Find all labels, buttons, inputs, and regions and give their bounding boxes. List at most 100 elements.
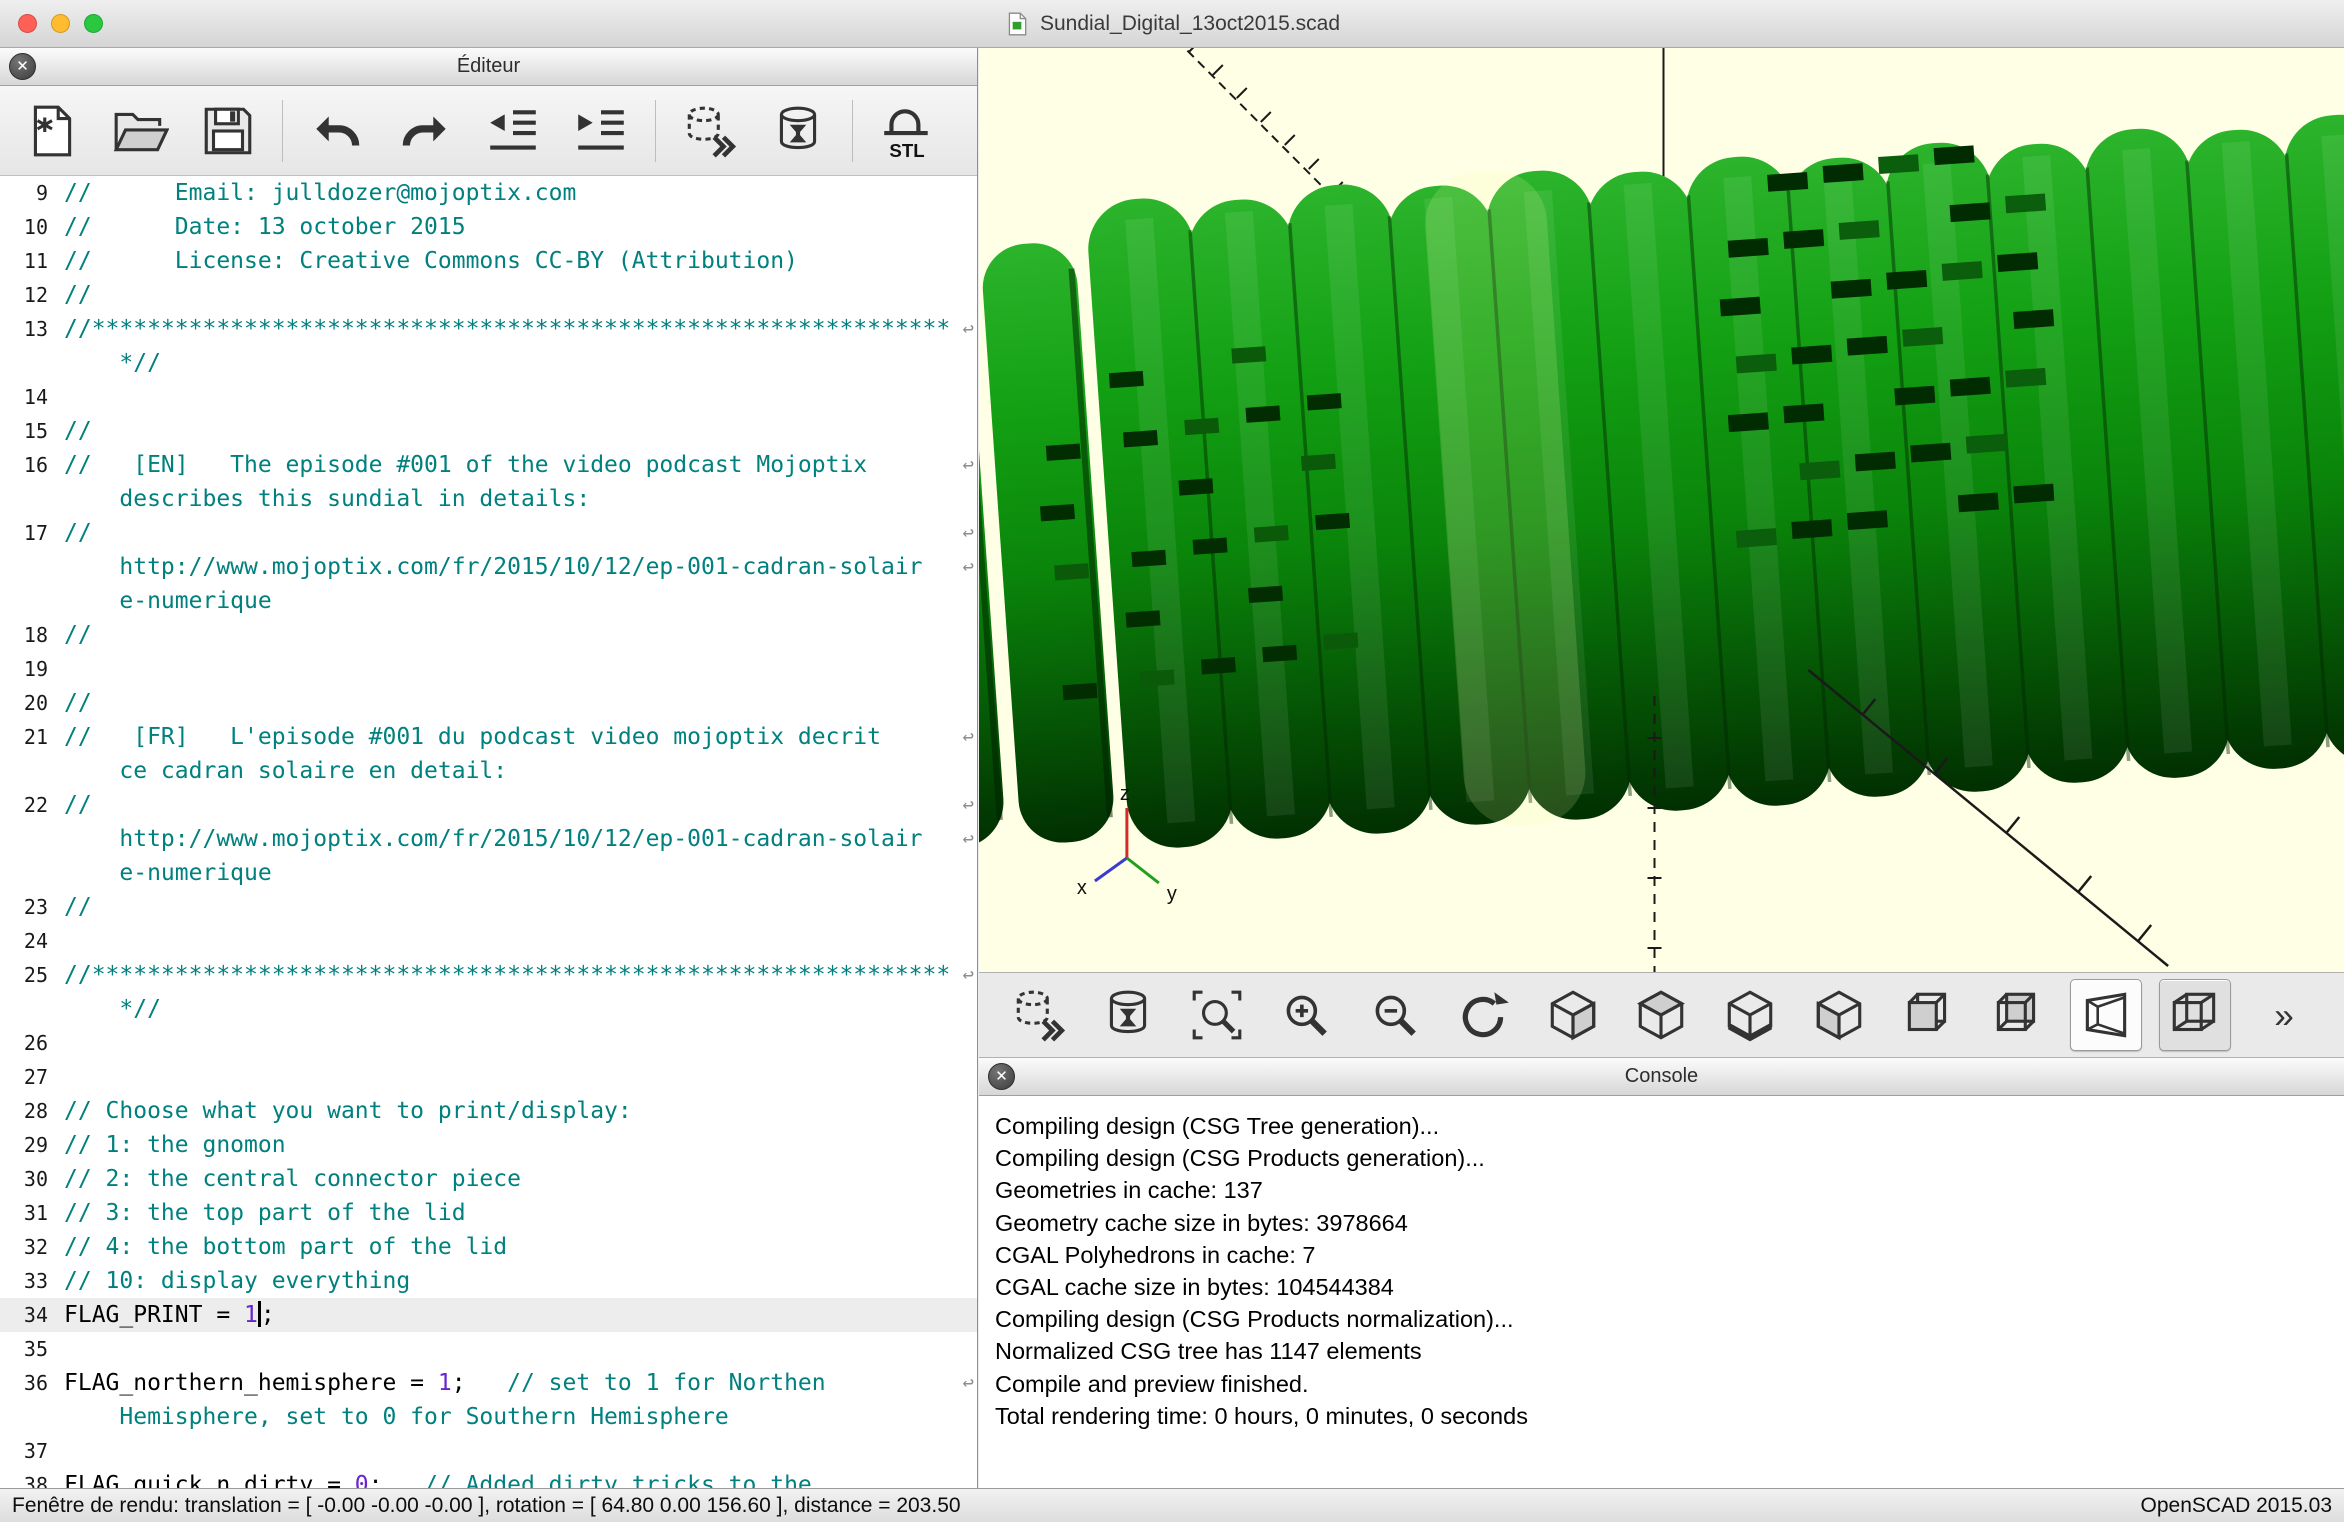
code-text: //**************************************… — [64, 958, 977, 992]
code-line: *// — [0, 346, 977, 380]
line-number: 24 — [0, 924, 64, 958]
view-front-button[interactable] — [1892, 979, 1964, 1051]
line-wrap-marker: ↩ — [963, 1366, 974, 1400]
line-number: 9 — [0, 176, 64, 210]
more-icon: » — [2255, 986, 2313, 1044]
viewport-3d[interactable]: z x y — [979, 48, 2344, 972]
x-axis-label: x — [1077, 877, 1087, 899]
render-icon — [769, 102, 827, 160]
console-line: Geometries in cache: 137 — [995, 1174, 2344, 1206]
line-number: 17 — [0, 516, 64, 550]
zoom-all-button[interactable] — [1181, 979, 1253, 1051]
editor-close-button[interactable]: ✕ — [9, 53, 36, 80]
line-number — [0, 992, 64, 1026]
redo-icon — [396, 102, 454, 160]
line-number — [0, 482, 64, 516]
zoom-all-icon — [1188, 986, 1246, 1044]
code-line: 16// [EN] The episode #001 of the video … — [0, 448, 977, 482]
preview-icon — [681, 102, 739, 160]
undo-button[interactable] — [293, 91, 381, 171]
orthographic-button[interactable] — [2159, 979, 2231, 1051]
render-button[interactable] — [1092, 979, 1164, 1051]
console-output: Compiling design (CSG Tree generation)..… — [979, 1096, 2344, 1488]
new-file-button[interactable] — [8, 91, 96, 171]
line-number: 18 — [0, 618, 64, 652]
view-back-icon — [1988, 986, 2046, 1044]
zoom-in-button[interactable] — [1270, 979, 1342, 1051]
new-file-icon — [23, 102, 81, 160]
toolbar-separator — [852, 100, 853, 162]
zoom-out-button[interactable] — [1359, 979, 1431, 1051]
code-text: // — [64, 516, 977, 550]
unindent-button[interactable] — [469, 91, 557, 171]
code-line: 17//↩ — [0, 516, 977, 550]
editor-panel: ✕ Éditeur STL 9// Email: julldozer@mojop… — [0, 48, 978, 1488]
open-button[interactable] — [96, 91, 184, 171]
z-axis-label: z — [1120, 783, 1130, 805]
undo-icon — [308, 102, 366, 160]
code-line: 21// [FR] L'episode #001 du podcast vide… — [0, 720, 977, 754]
view-front-icon — [1899, 986, 1957, 1044]
view-left-button[interactable] — [1803, 979, 1875, 1051]
line-number: 33 — [0, 1264, 64, 1298]
line-number: 14 — [0, 380, 64, 414]
line-number: 10 — [0, 210, 64, 244]
code-text: // Date: 13 october 2015 — [64, 210, 977, 244]
line-number — [0, 346, 64, 380]
view-back-button[interactable] — [1981, 979, 2053, 1051]
indent-button[interactable] — [557, 91, 645, 171]
save-icon — [199, 102, 257, 160]
unindent-icon — [484, 102, 542, 160]
view-top-button[interactable] — [1625, 979, 1697, 1051]
line-number: 30 — [0, 1162, 64, 1196]
y-axis-label: y — [1167, 883, 1177, 905]
code-text: // 10: display everything — [64, 1264, 977, 1298]
code-line: 34FLAG_PRINT = 1; — [0, 1298, 977, 1332]
view-top-icon — [1632, 986, 1690, 1044]
code-line: 27 — [0, 1060, 977, 1094]
console-line: Compile and preview finished. — [995, 1368, 2344, 1400]
line-number — [0, 754, 64, 788]
document-icon — [1004, 11, 1030, 37]
console-close-button[interactable]: ✕ — [988, 1063, 1015, 1090]
console-line: Compiling design (CSG Tree generation)..… — [995, 1110, 2344, 1142]
code-text: e-numerique — [64, 584, 977, 618]
line-number: 23 — [0, 890, 64, 924]
console-line: Total rendering time: 0 hours, 0 minutes… — [995, 1400, 2344, 1432]
render-button[interactable] — [754, 91, 842, 171]
view-bottom-button[interactable] — [1714, 979, 1786, 1051]
code-line: describes this sundial in details: — [0, 482, 977, 516]
code-text: // [EN] The episode #001 of the video po… — [64, 448, 977, 482]
redo-button[interactable] — [381, 91, 469, 171]
perspective-button[interactable] — [2070, 979, 2142, 1051]
save-button[interactable] — [184, 91, 272, 171]
preview-button[interactable] — [666, 91, 754, 171]
line-number: 19 — [0, 652, 64, 686]
console-header: ✕ Console — [979, 1058, 2344, 1096]
code-line: 35 — [0, 1332, 977, 1366]
view-right-button[interactable] — [1537, 979, 1609, 1051]
code-text: e-numerique — [64, 856, 977, 890]
code-text: // — [64, 788, 977, 822]
view-bottom-icon — [1721, 986, 1779, 1044]
line-wrap-marker: ↩ — [963, 720, 974, 754]
line-number: 32 — [0, 1230, 64, 1264]
line-number — [0, 584, 64, 618]
export-stl-button[interactable]: STL — [863, 91, 951, 171]
open-icon — [111, 102, 169, 160]
reset-view-button[interactable] — [1448, 979, 1520, 1051]
preview-button[interactable] — [1003, 979, 1075, 1051]
code-editor[interactable]: 9// Email: julldozer@mojoptix.com10// Da… — [0, 176, 977, 1488]
line-number: 29 — [0, 1128, 64, 1162]
code-text: // License: Creative Commons CC-BY (Attr… — [64, 244, 977, 278]
zoom-out-icon — [1366, 986, 1424, 1044]
window-titlebar[interactable]: Sundial_Digital_13oct2015.scad — [0, 0, 2344, 48]
code-text — [64, 924, 977, 958]
code-line: 14 — [0, 380, 977, 414]
export-stl-icon: STL — [878, 102, 936, 160]
line-number: 21 — [0, 720, 64, 754]
more-button[interactable]: » — [2248, 979, 2320, 1051]
editor-header: ✕ Éditeur — [0, 48, 977, 86]
code-text — [64, 1026, 977, 1060]
code-text: http://www.mojoptix.com/fr/2015/10/12/ep… — [64, 822, 977, 856]
